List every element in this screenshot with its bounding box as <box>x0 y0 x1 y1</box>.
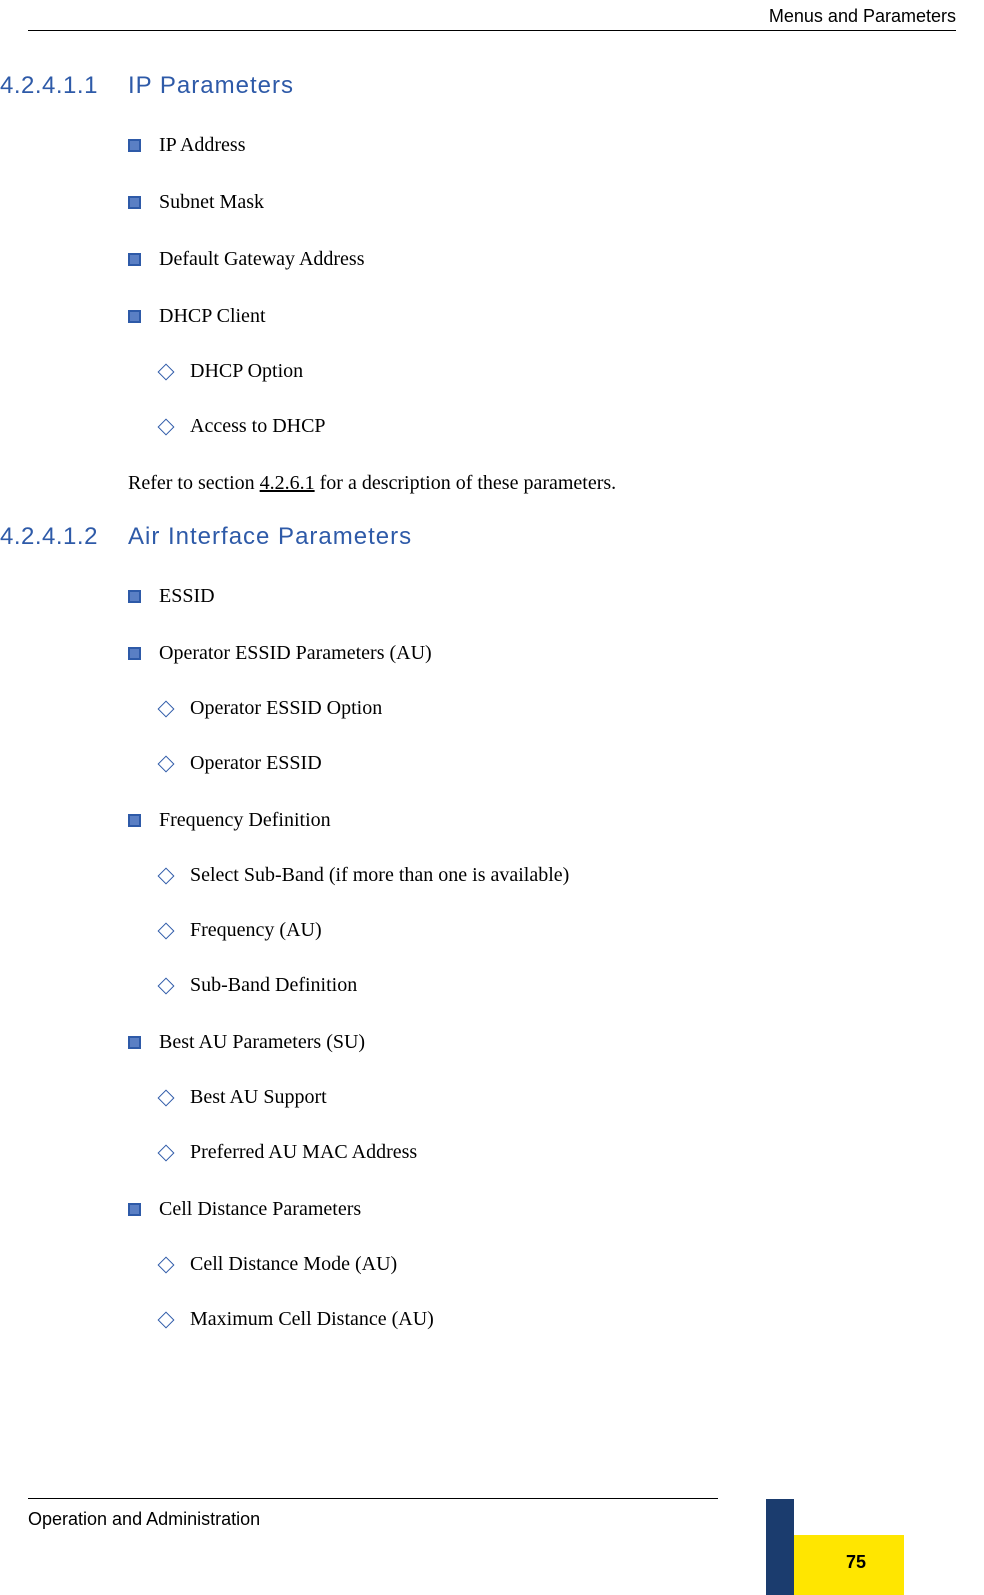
diamond-bullet-icon <box>158 1144 175 1161</box>
diamond-text: Best AU Support <box>190 1086 327 1109</box>
bullet-item: DHCP Client <box>128 305 956 328</box>
diamond-item: Sub-Band Definition <box>160 974 956 997</box>
bullet-text: DHCP Client <box>159 305 266 328</box>
square-bullet-icon <box>128 1036 141 1049</box>
diamond-text: Preferred AU MAC Address <box>190 1141 417 1164</box>
diamond-text: Select Sub-Band (if more than one is ava… <box>190 864 569 887</box>
square-bullet-icon <box>128 310 141 323</box>
diamond-text: Frequency (AU) <box>190 919 322 942</box>
diamond-item: Select Sub-Band (if more than one is ava… <box>160 864 956 887</box>
bullet-text: Default Gateway Address <box>159 248 365 271</box>
square-bullet-icon <box>128 647 141 660</box>
bullet-text: Frequency Definition <box>159 809 331 832</box>
square-bullet-icon <box>128 1203 141 1216</box>
diamond-bullet-icon <box>158 1311 175 1328</box>
diamond-bullet-icon <box>158 867 175 884</box>
diamond-text: Maximum Cell Distance (AU) <box>190 1308 434 1331</box>
diamond-text: Operator ESSID Option <box>190 697 382 720</box>
footer-rule <box>28 1498 718 1499</box>
bullet-text: Subnet Mask <box>159 191 264 214</box>
para-pre: Refer to section <box>128 472 260 494</box>
bullet-item: Subnet Mask <box>128 191 956 214</box>
bullet-text: ESSID <box>159 585 215 608</box>
diamond-text: Access to DHCP <box>190 415 326 438</box>
section-heading-1: 4.2.4.1.1 IP Parameters <box>0 72 956 100</box>
diamond-item: Preferred AU MAC Address <box>160 1141 956 1164</box>
diamond-bullet-icon <box>158 700 175 717</box>
blue-tab-marker <box>766 1499 794 1595</box>
page-content: 4.2.4.1.1 IP Parameters IP Address Subne… <box>0 60 956 1331</box>
diamond-item: Access to DHCP <box>160 415 956 438</box>
diamond-bullet-icon <box>158 1089 175 1106</box>
bullet-item: IP Address <box>128 134 956 157</box>
diamond-text: Sub-Band Definition <box>190 974 357 997</box>
section-heading-2: 4.2.4.1.2 Air Interface Parameters <box>0 523 956 551</box>
section-title-2: Air Interface Parameters <box>128 523 412 551</box>
cross-reference-link[interactable]: 4.2.6.1 <box>260 472 315 494</box>
bullet-item: Frequency Definition <box>128 809 956 832</box>
square-bullet-icon <box>128 590 141 603</box>
section-title-1: IP Parameters <box>128 72 294 100</box>
bullet-item: ESSID <box>128 585 956 608</box>
bullet-item: Cell Distance Parameters <box>128 1198 956 1221</box>
diamond-item: Maximum Cell Distance (AU) <box>160 1308 956 1331</box>
section-number-1: 4.2.4.1.1 <box>0 72 128 100</box>
diamond-bullet-icon <box>158 1256 175 1273</box>
diamond-text: DHCP Option <box>190 360 303 383</box>
diamond-item: Operator ESSID Option <box>160 697 956 720</box>
bullet-text: Best AU Parameters (SU) <box>159 1031 365 1054</box>
diamond-text: Cell Distance Mode (AU) <box>190 1253 397 1276</box>
section-number-2: 4.2.4.1.2 <box>0 523 128 551</box>
para-post: for a description of these parameters. <box>315 472 617 494</box>
section1-body: IP Address Subnet Mask Default Gateway A… <box>128 134 956 495</box>
bullet-item: Operator ESSID Parameters (AU) <box>128 642 956 665</box>
section2-body: ESSID Operator ESSID Parameters (AU) Ope… <box>128 585 956 1331</box>
bullet-text: Cell Distance Parameters <box>159 1198 361 1221</box>
bullet-item: Default Gateway Address <box>128 248 956 271</box>
diamond-bullet-icon <box>158 418 175 435</box>
page-number: 75 <box>846 1552 866 1573</box>
footer-text: Operation and Administration <box>28 1509 260 1530</box>
diamond-bullet-icon <box>158 363 175 380</box>
square-bullet-icon <box>128 196 141 209</box>
bullet-text: Operator ESSID Parameters (AU) <box>159 642 432 665</box>
diamond-bullet-icon <box>158 977 175 994</box>
diamond-text: Operator ESSID <box>190 752 322 775</box>
bullet-item: Best AU Parameters (SU) <box>128 1031 956 1054</box>
bullet-text: IP Address <box>159 134 245 157</box>
diamond-item: Operator ESSID <box>160 752 956 775</box>
square-bullet-icon <box>128 139 141 152</box>
header-rule <box>28 30 956 31</box>
diamond-item: Cell Distance Mode (AU) <box>160 1253 956 1276</box>
diamond-item: Frequency (AU) <box>160 919 956 942</box>
square-bullet-icon <box>128 814 141 827</box>
diamond-item: DHCP Option <box>160 360 956 383</box>
diamond-bullet-icon <box>158 922 175 939</box>
square-bullet-icon <box>128 253 141 266</box>
header-chapter-title: Menus and Parameters <box>769 6 956 27</box>
diamond-item: Best AU Support <box>160 1086 956 1109</box>
section1-paragraph: Refer to section 4.2.6.1 for a descripti… <box>128 472 956 495</box>
diamond-bullet-icon <box>158 755 175 772</box>
